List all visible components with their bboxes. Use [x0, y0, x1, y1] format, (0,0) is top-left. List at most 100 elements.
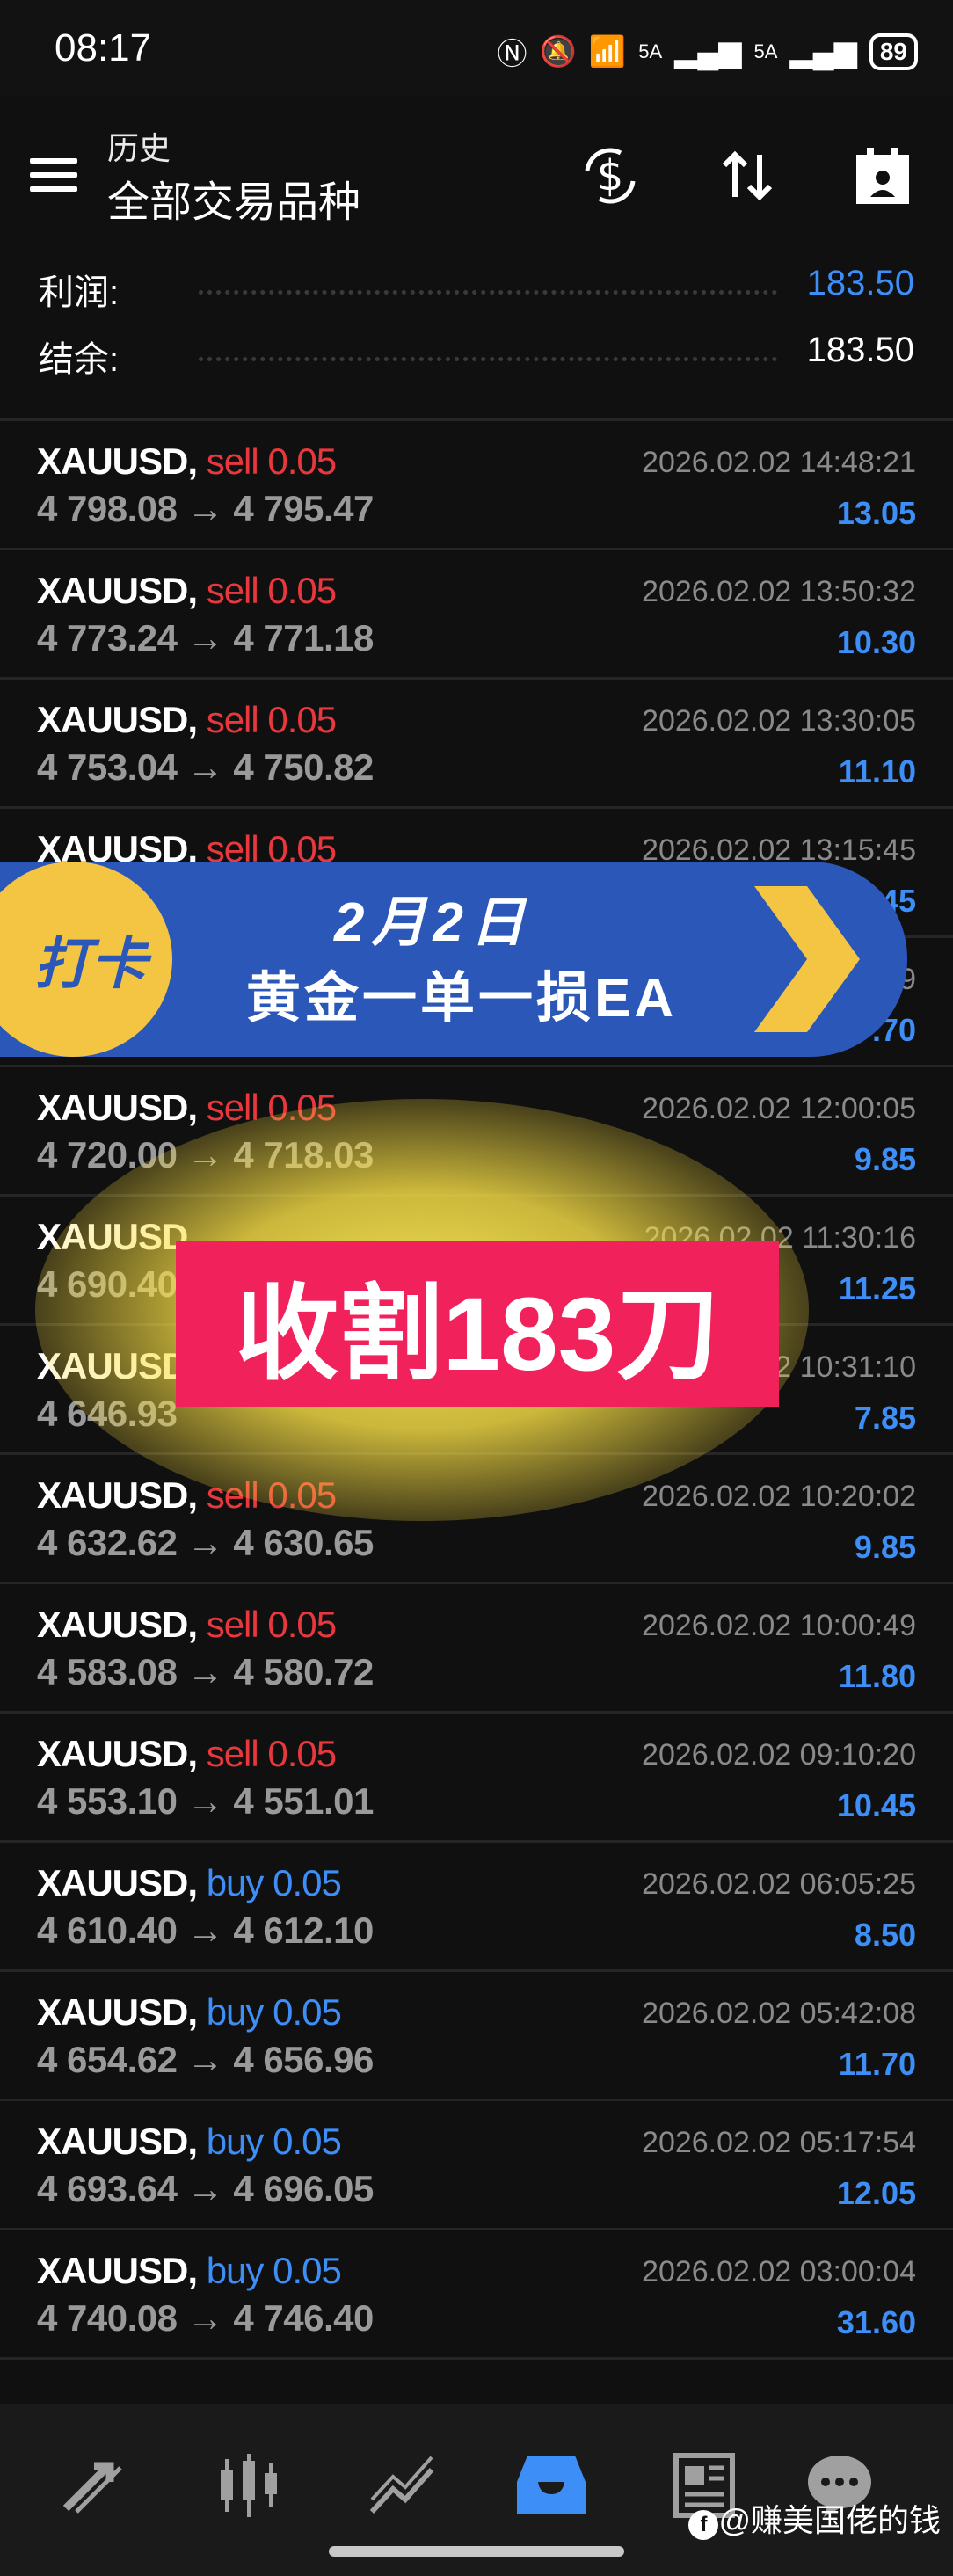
open-price: 4 753.04 — [37, 746, 178, 788]
table-row[interactable]: XAUUSD, sell 0.05 4 583.08 → 4 580.72 2026… — [0, 1584, 953, 1714]
menu-icon[interactable] — [30, 158, 77, 192]
trade-symbol: XAUUSD, buy 0.05 — [37, 2250, 342, 2292]
table-row[interactable]: XAUUSD, sell 0.05 4 773.24 → 4 771.18 2026… — [0, 550, 953, 680]
trade-time: 2026.02.02 10:00:49 — [642, 1609, 916, 1642]
trade-profit: 10.30 — [836, 624, 916, 660]
trade-side: sell — [206, 1733, 259, 1774]
battery-icon: 89 — [869, 33, 918, 70]
close-price: 4 746.40 — [233, 2297, 374, 2339]
close-price: 4 630.65 — [233, 1522, 374, 1563]
trade-symbol: XAUUSD, buy 0.05 — [37, 1991, 342, 2034]
trade-volume: 0.05 — [267, 699, 337, 740]
trade-symbol: XAUUSD, sell 0.05 — [37, 570, 337, 612]
symbol-text: XAUUSD, — [37, 1991, 198, 2033]
table-row[interactable]: XAUUSD, buy 0.05 4 610.40 → 4 612.10 2026.… — [0, 1843, 953, 1972]
table-row[interactable]: XAUUSD, sell 0.05 4 753.04 → 4 750.82 2026… — [0, 680, 953, 809]
trade-volume: 0.05 — [267, 1733, 337, 1774]
table-row[interactable]: XAUUSD, sell 0.05 4 553.10 → 4 551.01 2026… — [0, 1714, 953, 1843]
summary-panel: 利润: 183.50 结余: 183.50 — [0, 255, 953, 389]
trend-icon[interactable] — [362, 2446, 441, 2525]
trade-icon[interactable] — [55, 2446, 134, 2525]
wifi-icon: 📶 — [588, 34, 627, 69]
status-icons: Ⓝ 🔕 📶 5A ▂▄▆ 5A ▂▄▆ 89 — [498, 30, 918, 73]
arrow-right-icon: → — [177, 1651, 234, 1692]
symbol-text: XAUUSD, — [37, 1604, 198, 1645]
trade-side: sell — [206, 570, 259, 611]
table-row[interactable]: XAUUSD, buy 0.05 4 740.08 → 4 746.40 2026.… — [0, 2230, 953, 2360]
trade-profit: 8.50 — [854, 1917, 916, 1953]
sort-icon[interactable] — [712, 141, 782, 211]
home-indicator[interactable] — [329, 2546, 624, 2557]
symbol-text: XAUUSD, — [37, 699, 198, 740]
table-row[interactable]: XAUUSD, buy 0.05 4 654.62 → 4 656.96 2026.… — [0, 1972, 953, 2101]
close-price: 4 795.47 — [233, 488, 374, 529]
trade-prices: 4 583.08 → 4 580.72 — [37, 1651, 374, 1693]
profit-label: 利润: — [39, 273, 120, 312]
trade-time: 2026.02.02 05:42:08 — [642, 1997, 916, 2030]
trade-prices: 4 610.40 → 4 612.10 — [37, 1910, 374, 1952]
arrow-right-icon: → — [177, 1780, 234, 1822]
status-time: 08:17 — [55, 26, 152, 69]
banner-caption: 黄金一单一损EA — [246, 968, 678, 1029]
balance-row: 结余: 183.50 — [0, 322, 953, 389]
open-price: 4 632.62 — [37, 1522, 178, 1563]
history-icon[interactable] — [512, 2446, 591, 2525]
calendar-icon[interactable] — [848, 141, 918, 211]
trade-side: buy — [206, 2250, 265, 2291]
table-row[interactable]: XAUUSD, sell 0.05 4 798.08 → 4 795.47 2026… — [0, 421, 953, 550]
profit-row: 利润: 183.50 — [0, 255, 953, 322]
page-title[interactable]: 全部交易品种 — [107, 167, 360, 229]
svg-text:$: $ — [597, 151, 624, 200]
arrow-right-icon: → — [177, 488, 234, 529]
trade-prices: 4 553.10 → 4 551.01 — [37, 1780, 374, 1823]
arrow-right-icon: → — [177, 2168, 234, 2209]
trade-volume: 0.05 — [273, 1991, 342, 2033]
open-price: 4 610.40 — [37, 1910, 178, 1951]
trade-symbol: XAUUSD, sell 0.05 — [37, 699, 337, 741]
currency-exchange-icon[interactable]: $ — [575, 141, 645, 211]
close-price: 4 580.72 — [233, 1651, 374, 1692]
trade-prices: 4 632.62 → 4 630.65 — [37, 1522, 374, 1564]
trade-prices: 4 693.64 → 4 696.05 — [37, 2168, 374, 2210]
balance-value: 183.50 — [806, 331, 914, 369]
trade-volume: 0.05 — [273, 2121, 342, 2162]
trade-side: sell — [206, 1604, 259, 1645]
promo-banner: 打卡 2月2日 黄金一单一损EA — [0, 862, 907, 1057]
open-price: 4 583.08 — [37, 1651, 178, 1692]
arrow-right-icon: → — [177, 2039, 234, 2080]
symbol-text: XAUUSD, — [37, 2121, 198, 2162]
symbol-text: XAUUSD, — [37, 1087, 198, 1128]
chevron-right-icon — [754, 886, 860, 1032]
watermark: f @赚美国佬的钱 — [688, 2495, 941, 2541]
trade-volume: 0.05 — [267, 440, 337, 482]
dotted-leader — [199, 290, 777, 295]
trade-time: 2026.02.02 09:10:20 — [642, 1738, 916, 1772]
trade-time: 2026.02.02 13:50:32 — [642, 575, 916, 608]
banner-date: 2月2日 — [334, 892, 532, 953]
signal-icon: 5A — [638, 40, 663, 62]
top-app-bar: 历史 全部交易品种 $ — [0, 97, 953, 229]
signal-icon-2: 5A — [753, 40, 778, 62]
checkin-badge: 打卡 — [0, 862, 172, 1057]
open-price: 4 654.62 — [37, 2039, 178, 2080]
close-price: 4 750.82 — [233, 746, 374, 788]
open-price: 4 693.64 — [37, 2168, 178, 2209]
trade-side: sell — [206, 440, 259, 482]
arrow-right-icon: → — [177, 1910, 234, 1951]
dotted-leader — [199, 357, 777, 361]
trade-side: buy — [206, 1862, 265, 1903]
trade-profit: 10.45 — [836, 1787, 916, 1823]
symbol-text: XAUUSD, — [37, 570, 198, 611]
open-price: 4 773.24 — [37, 617, 178, 659]
trade-prices: 4 798.08 → 4 795.47 — [37, 488, 374, 530]
trade-time: 2026.02.02 10:20:02 — [642, 1480, 916, 1513]
trade-side: buy — [206, 1991, 265, 2033]
open-price: 4 798.08 — [37, 488, 178, 529]
symbol-text: XAUUSD, — [37, 440, 198, 482]
harvest-label: 收割183刀 — [176, 1241, 779, 1407]
trade-profit: 9.85 — [854, 1529, 916, 1565]
table-row[interactable]: XAUUSD, buy 0.05 4 693.64 → 4 696.05 2026.… — [0, 2101, 953, 2230]
watermark-text: @赚美国佬的钱 — [718, 2502, 941, 2538]
trade-volume: 0.05 — [273, 1862, 342, 1903]
chart-candles-icon[interactable] — [209, 2446, 288, 2525]
